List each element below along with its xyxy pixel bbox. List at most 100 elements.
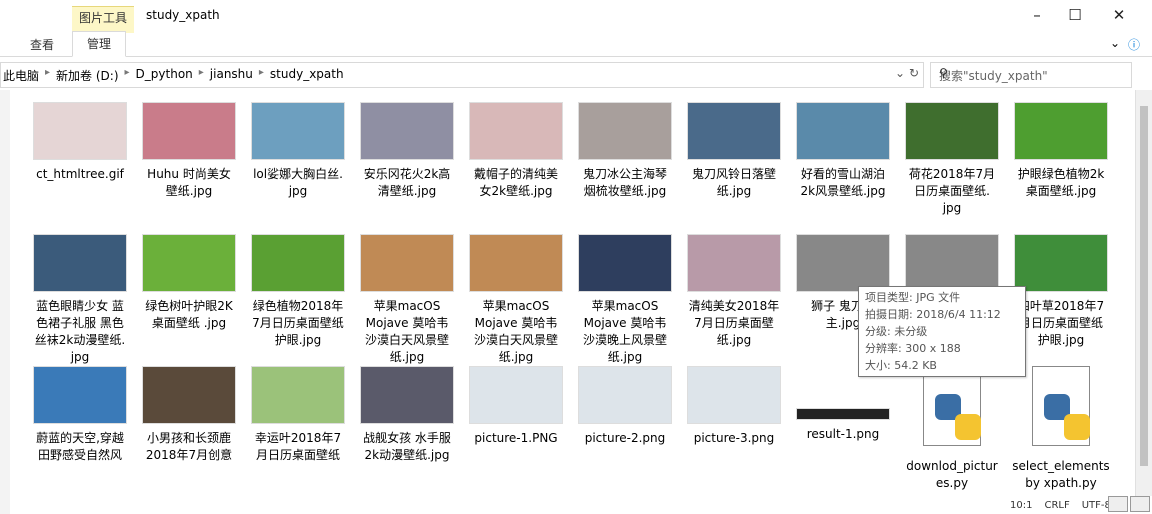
file-item[interactable]: 绿色树叶护眼2K 桌面壁纸 .jpg — [137, 234, 241, 332]
image-thumbnail — [251, 366, 345, 424]
image-thumbnail — [905, 234, 999, 292]
file-item[interactable]: 苹果macOS Mojave 莫哈韦 沙漠晚上风景壁 纸.jpg — [573, 234, 677, 366]
search-box[interactable]: 搜索"study_xpath" ⚲ — [930, 62, 1132, 88]
file-name: 戴帽子的清纯美 女2k壁纸.jpg — [473, 167, 558, 198]
file-name: picture-3.png — [693, 431, 775, 445]
file-item[interactable]: 小男孩和长颈鹿 2018年7月创意 — [137, 366, 241, 464]
file-item[interactable]: lol娑娜大胸白丝. jpg — [246, 102, 350, 200]
image-thumbnail — [905, 102, 999, 160]
refresh-icon[interactable]: ↻ — [909, 66, 919, 80]
file-item[interactable]: Huhu 时尚美女 壁纸.jpg — [137, 102, 241, 200]
image-thumbnail — [687, 102, 781, 160]
breadcrumb-item[interactable]: jianshu — [210, 67, 253, 84]
help-icon[interactable]: ⓘ — [1128, 36, 1140, 53]
image-thumbnail — [796, 234, 890, 292]
file-item[interactable]: 幸运叶2018年7 月日历桌面壁纸 — [246, 366, 350, 464]
python-file-icon — [911, 366, 993, 452]
image-thumbnail — [1014, 234, 1108, 292]
file-item[interactable]: downlod_pictur es.py — [900, 366, 1004, 492]
file-name: 小男孩和长颈鹿 2018年7月创意 — [145, 431, 233, 462]
file-item[interactable]: 好看的雪山湖泊 2k风景壁纸.jpg — [791, 102, 895, 200]
file-item[interactable]: 清纯美女2018年 7月日历桌面壁 纸.jpg — [682, 234, 786, 349]
image-thumbnail — [469, 234, 563, 292]
chevron-down-icon[interactable]: ⌄ — [1110, 36, 1120, 50]
file-name: picture-1.PNG — [474, 431, 558, 445]
image-thumbnail — [360, 102, 454, 160]
address-bar[interactable]: 此电脑 ▸ 新加卷 (D:) ▸ D_python ▸ jianshu ▸ study_… — [0, 62, 924, 88]
image-thumbnail — [360, 366, 454, 424]
image-thumbnail — [578, 102, 672, 160]
image-thumbnail — [687, 234, 781, 292]
ribbon: 查看 管理 ⌄ ⓘ — [0, 31, 1152, 57]
file-item[interactable]: 蔚蓝的天空,穿越 田野感受自然风 — [28, 366, 132, 464]
file-name: lol娑娜大胸白丝. jpg — [253, 167, 343, 198]
file-item[interactable]: 鬼刀风铃日落壁 纸.jpg — [682, 102, 786, 200]
file-name: 绿色植物2018年 7月日历桌面壁纸 护眼.jpg — [252, 299, 344, 347]
file-name: ct_htmltree.gif — [36, 167, 124, 181]
image-thumbnail — [578, 366, 672, 424]
file-name: 蓝色眼睛少女 蓝色裙子礼服 黑色 丝袜2k动漫壁纸. jpg — [34, 299, 126, 364]
file-item[interactable]: 苹果macOS Mojave 莫哈韦 沙漠白天风景壁 纸.jpg — [355, 234, 459, 366]
details-view-icon[interactable] — [1108, 496, 1128, 512]
file-name: result-1.png — [806, 427, 880, 441]
breadcrumb-item[interactable]: 新加卷 (D:) — [56, 67, 118, 84]
file-item[interactable]: 战舰女孩 水手服 2k动漫壁纸.jpg — [355, 366, 459, 464]
window-title: study_xpath — [146, 8, 220, 22]
file-item[interactable]: picture-1.PNG — [464, 366, 568, 447]
breadcrumb-item[interactable]: 此电脑 — [3, 67, 39, 84]
image-thumbnail — [142, 234, 236, 292]
file-name: 蔚蓝的天空,穿越 田野感受自然风 — [36, 431, 124, 462]
file-item[interactable]: 戴帽子的清纯美 女2k壁纸.jpg — [464, 102, 568, 200]
file-name: 绿色树叶护眼2K 桌面壁纸 .jpg — [145, 299, 233, 330]
image-thumbnail — [687, 366, 781, 424]
file-item[interactable]: 苹果macOS Mojave 莫哈韦 沙漠白天风景壁 纸.jpg — [464, 234, 568, 366]
file-item[interactable]: 护眼绿色植物2k 桌面壁纸.jpg — [1009, 102, 1113, 200]
file-item[interactable]: ct_htmltree.gif — [28, 102, 132, 183]
file-name: select_elements by xpath.py — [1012, 459, 1110, 490]
file-tooltip: 项目类型: JPG 文件 拍摄日期: 2018/6/4 11:12 分级: 未分… — [858, 286, 1026, 377]
file-name: 清纯美女2018年 7月日历桌面壁 纸.jpg — [688, 299, 780, 347]
search-icon[interactable]: ⚲ — [939, 66, 1125, 80]
breadcrumb-item[interactable]: study_xpath — [270, 67, 344, 84]
image-thumbnail — [360, 234, 454, 292]
vertical-scrollbar[interactable] — [1135, 90, 1152, 496]
image-thumbnail — [1014, 102, 1108, 160]
large-icons-view-icon[interactable] — [1130, 496, 1150, 512]
file-name: 好看的雪山湖泊 2k风景壁纸.jpg — [800, 167, 886, 198]
file-item[interactable]: picture-3.png — [682, 366, 786, 447]
file-name: 鬼刀风铃日落壁 纸.jpg — [691, 167, 776, 198]
breadcrumb-item[interactable]: D_python — [136, 67, 193, 84]
image-thumbnail — [796, 102, 890, 160]
image-thumbnail — [33, 102, 127, 160]
file-item[interactable]: 鬼刀冰公主海琴 烟梳妆壁纸.jpg — [573, 102, 677, 200]
file-name: 战舰女孩 水手服 2k动漫壁纸.jpg — [363, 431, 451, 462]
tab-view[interactable]: 查看 — [30, 36, 54, 53]
file-item[interactable]: result-1.png — [791, 366, 895, 443]
file-name: 幸运叶2018年7 月日历桌面壁纸 — [254, 431, 342, 462]
file-item[interactable]: 荷花2018年7月 日历桌面壁纸. jpg — [900, 102, 1004, 217]
file-name: 荷花2018年7月 日历桌面壁纸. jpg — [908, 167, 996, 215]
status-bar: 10:1 CRLF UTF-8 — [1010, 500, 1111, 511]
file-name: 安乐冈花火2k高 清壁纸.jpg — [363, 167, 451, 198]
file-name: 鬼刀冰公主海琴 烟梳妆壁纸.jpg — [582, 167, 667, 198]
python-file-icon — [1020, 366, 1102, 452]
file-item[interactable]: select_elements by xpath.py — [1009, 366, 1113, 492]
file-name: 护眼绿色植物2k 桌面壁纸.jpg — [1017, 167, 1105, 198]
file-name: picture-2.png — [584, 431, 666, 445]
tab-manage[interactable]: 管理 — [72, 31, 127, 57]
title-bar: 图片工具 study_xpath – ☐ ✕ — [0, 0, 1152, 33]
tab-picture-tools[interactable]: 图片工具 — [72, 6, 134, 33]
maximize-button[interactable]: ☐ — [1052, 0, 1098, 30]
image-thumbnail — [578, 234, 672, 292]
image-thumbnail — [251, 102, 345, 160]
file-item[interactable]: 绿色植物2018年 7月日历桌面壁纸 护眼.jpg — [246, 234, 350, 349]
file-name: downlod_pictur es.py — [906, 459, 998, 490]
image-thumbnail — [33, 366, 127, 424]
image-thumbnail — [469, 102, 563, 160]
file-item[interactable]: 蓝色眼睛少女 蓝色裙子礼服 黑色 丝袜2k动漫壁纸. jpg — [28, 234, 132, 366]
file-item[interactable]: 安乐冈花火2k高 清壁纸.jpg — [355, 102, 459, 200]
close-button[interactable]: ✕ — [1096, 0, 1142, 30]
view-buttons[interactable] — [1108, 496, 1150, 512]
file-item[interactable]: picture-2.png — [573, 366, 677, 447]
chevron-down-icon[interactable]: ⌄ — [895, 66, 905, 80]
